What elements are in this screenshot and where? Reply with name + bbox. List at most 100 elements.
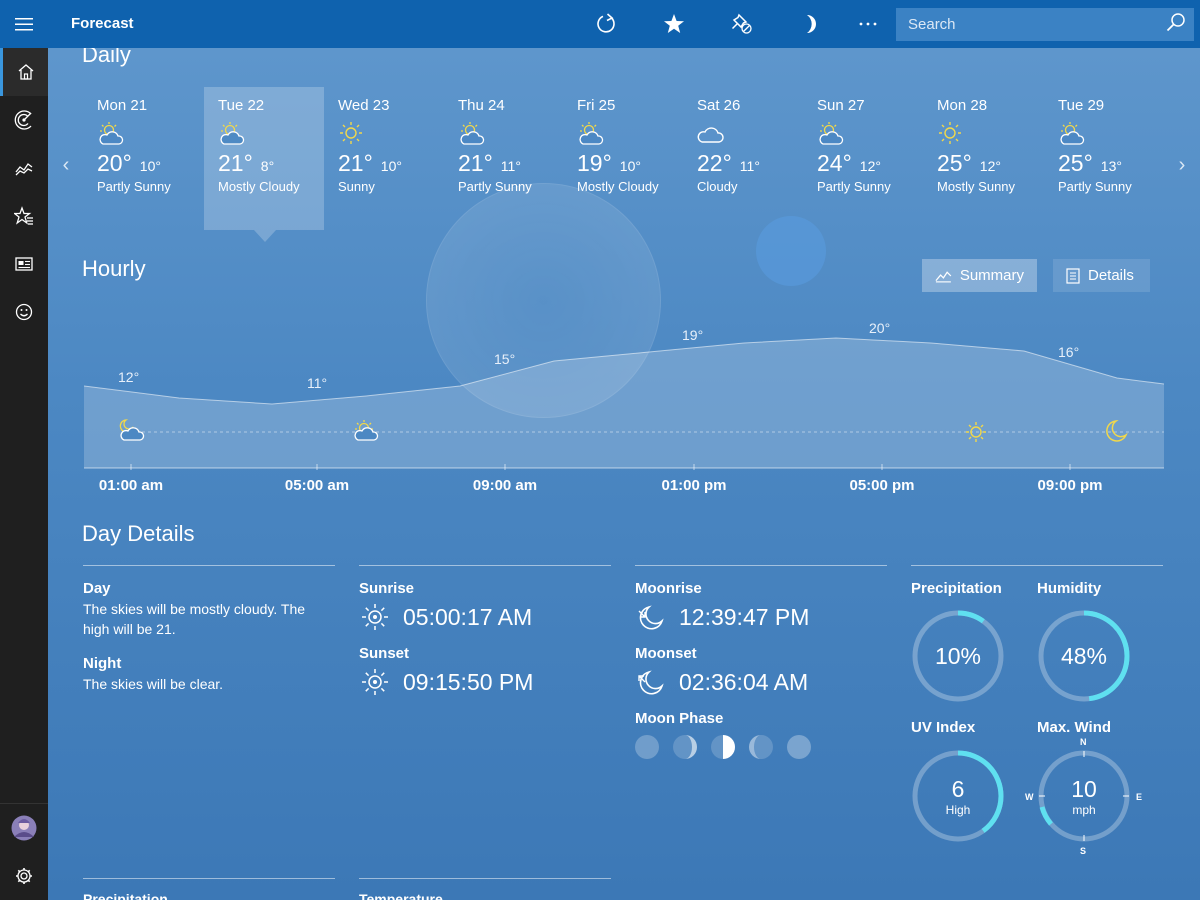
temperature-section-heading: Temperature — [359, 878, 611, 900]
night-description: The skies will be clear. — [83, 676, 224, 692]
day-card[interactable]: Sun 27 24° 12° Partly Sunny — [803, 87, 923, 230]
day-date: Tue 22 — [218, 97, 265, 114]
time-label: 05:00 am — [284, 477, 350, 494]
time-label: 01:00 am — [98, 477, 164, 494]
uv-index-value: 6 — [951, 775, 965, 802]
wind-value: 10 — [1071, 775, 1097, 802]
moonset-time: 02:36:04 AM — [679, 668, 809, 695]
day-card[interactable]: Sat 26 22° 11° Cloudy — [683, 87, 803, 230]
day-date: Wed 23 — [338, 97, 390, 114]
historical-weather-icon[interactable] — [0, 144, 48, 192]
uv-index-gauge: 6 High — [911, 749, 1005, 843]
moonrise-time: 12:39:47 PM — [679, 603, 810, 630]
chevron-left-icon[interactable]: ‹ — [56, 150, 76, 180]
day-card[interactable]: Tue 22 21° 8° Mostly Cloudy — [204, 87, 324, 230]
compass-east: E — [1136, 792, 1143, 802]
day-card[interactable]: Mon 28 25° 12° Mostly Sunny — [923, 87, 1043, 230]
title-bar: Forecast — [0, 0, 1200, 48]
hamburger-menu-icon[interactable] — [0, 0, 48, 48]
day-high-temp: 19° — [577, 150, 612, 176]
day-details-heading: Day Details — [82, 521, 195, 546]
humidity-value: 48% — [1060, 642, 1108, 669]
sunrise-label: Sunrise — [359, 580, 415, 597]
new-moon-icon — [635, 735, 659, 759]
temp-label: 12° — [118, 369, 139, 385]
home-icon[interactable] — [0, 48, 48, 96]
summary-toggle-button[interactable]: Summary — [922, 259, 1037, 292]
day-card[interactable]: Wed 23 21° 10° Sunny — [324, 87, 444, 230]
avatar[interactable] — [0, 804, 48, 852]
day-condition: Cloudy — [697, 179, 738, 194]
temperature-area — [84, 338, 1164, 468]
moonrise-label: Moonrise — [635, 580, 702, 597]
day-high-temp: 24° — [817, 150, 852, 176]
day-card[interactable]: Thu 24 21° 11° Partly Sunny — [444, 87, 564, 230]
summary-label: Summary — [959, 267, 1024, 284]
night-mode-icon[interactable] — [786, 0, 834, 48]
day-condition: Partly Sunny — [817, 179, 891, 194]
day-high-temp: 21° — [338, 150, 373, 176]
moonrise-icon — [638, 605, 664, 630]
settings-icon[interactable] — [0, 852, 48, 900]
precipitation-label: Precipitation — [911, 580, 1002, 597]
day-high-temp: 25° — [937, 150, 972, 176]
day-low-temp: 8° — [260, 158, 275, 174]
pin-icon[interactable] — [718, 0, 766, 48]
sunset-label: Sunset — [359, 645, 410, 662]
day-high-temp: 20° — [97, 150, 132, 176]
favorites-icon[interactable] — [0, 192, 48, 240]
compass-west: W — [1025, 792, 1034, 802]
waning-crescent-icon — [749, 735, 773, 759]
partly-sunny-icon — [97, 120, 189, 146]
partly-sunny-icon — [218, 120, 310, 146]
day-label: Day — [83, 580, 111, 597]
favorite-star-icon[interactable] — [650, 0, 698, 48]
day-card[interactable]: Fri 25 19° 10° Mostly Cloudy — [563, 87, 683, 230]
temp-label: 16° — [1058, 344, 1079, 360]
sunset-time: 09:15:50 PM — [403, 668, 534, 695]
day-card[interactable]: Tue 29 25° 13° Partly Sunny — [1044, 87, 1164, 230]
temp-label: 19° — [682, 327, 703, 343]
feedback-icon[interactable] — [0, 288, 48, 336]
news-icon[interactable] — [0, 240, 48, 288]
day-low-temp: 10° — [619, 158, 641, 174]
day-low-temp: 11° — [500, 158, 521, 174]
sunrise-icon — [362, 604, 388, 630]
nav-sidebar — [0, 48, 48, 900]
compass-north: N — [1080, 737, 1087, 747]
day-high-temp: 22° — [697, 150, 732, 176]
app-title: Forecast — [71, 15, 134, 32]
temp-label: 15° — [494, 351, 515, 367]
details-toggle-button[interactable]: Details — [1053, 259, 1150, 292]
chart-line-icon — [935, 270, 952, 282]
chevron-right-icon[interactable]: › — [1172, 150, 1192, 180]
compass-south: S — [1080, 846, 1087, 856]
daily-heading: Daily — [82, 48, 131, 67]
time-label: 09:00 am — [472, 477, 538, 494]
wind-compass: 10 mph — [1037, 749, 1131, 843]
day-date: Mon 28 — [937, 97, 988, 114]
day-low-temp: 10° — [380, 158, 402, 174]
day-condition: Partly Sunny — [1058, 179, 1132, 194]
time-label: 01:00 pm — [661, 477, 727, 494]
more-icon[interactable] — [844, 0, 892, 48]
precipitation-value: 10% — [934, 642, 982, 669]
partly-sunny-icon — [458, 120, 550, 146]
humidity-label: Humidity — [1037, 580, 1102, 597]
selection-pointer — [254, 230, 276, 242]
search-icon[interactable] — [1166, 12, 1186, 37]
partly-sunny-icon — [817, 120, 909, 146]
day-card[interactable]: Mon 21 20° 10° Partly Sunny — [83, 87, 203, 230]
refresh-icon[interactable] — [582, 0, 630, 48]
maps-icon[interactable] — [0, 96, 48, 144]
temp-label: 11° — [307, 375, 327, 391]
day-condition: Mostly Sunny — [937, 179, 1016, 194]
moon-phase-strip — [635, 735, 887, 759]
day-condition: Sunny — [338, 179, 375, 194]
day-low-temp: 13° — [1100, 158, 1122, 174]
first-quarter-moon-icon — [711, 735, 735, 759]
wind-unit: mph — [1072, 802, 1096, 817]
sidebar-bottom — [0, 803, 48, 900]
search-input[interactable] — [908, 16, 1138, 33]
day-date: Sun 27 — [817, 97, 865, 114]
